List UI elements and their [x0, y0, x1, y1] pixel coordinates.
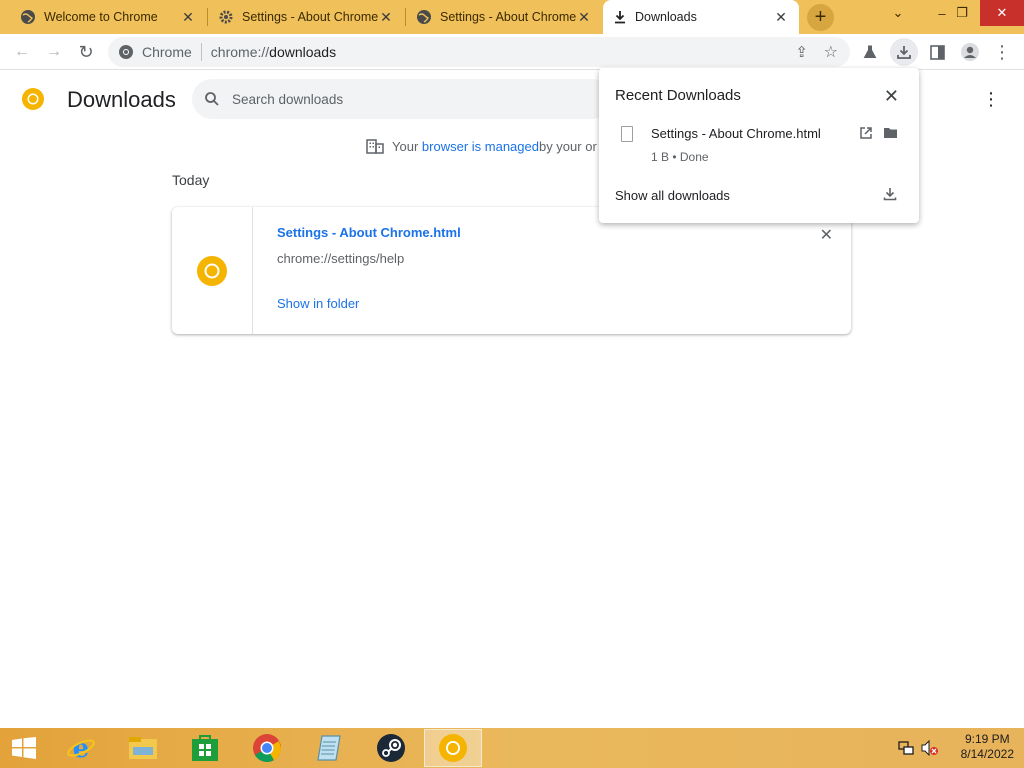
start-button[interactable] — [0, 729, 48, 767]
steam-icon — [377, 734, 405, 762]
search-placeholder: Search downloads — [232, 91, 344, 107]
restore-icon[interactable]: ❐ — [944, 0, 980, 26]
popup-file-name[interactable]: Settings - About Chrome.html — [651, 126, 821, 141]
download-source-url: chrome://settings/help — [277, 251, 405, 266]
download-item-card: Settings - About Chrome.html chrome://se… — [172, 207, 851, 334]
clock-date: 8/14/2022 — [960, 747, 1014, 761]
taskbar-internet-explorer[interactable]: e — [52, 729, 110, 767]
remove-download-icon[interactable]: ✕ — [820, 225, 833, 245]
taskbar-chrome[interactable] — [238, 729, 296, 767]
chrome-icon — [253, 734, 281, 762]
managed-link[interactable]: browser is managed — [422, 139, 539, 154]
tab-title: Settings - About Chrome — [440, 10, 576, 24]
chrome-canary-file-icon — [197, 255, 227, 286]
show-all-downloads-link[interactable]: Show all downloads — [615, 188, 730, 203]
section-heading-today: Today — [172, 172, 210, 188]
download-icon[interactable] — [883, 187, 897, 204]
taskbar-file-explorer[interactable] — [114, 729, 172, 767]
omnibox-divider — [200, 43, 202, 61]
volume-muted-icon[interactable] — [921, 739, 939, 759]
close-icon[interactable]: ✕ — [576, 9, 592, 25]
forward-icon[interactable]: → — [40, 38, 68, 66]
file-explorer-icon — [129, 737, 157, 759]
bookmark-star-icon[interactable]: ☆ — [824, 42, 838, 62]
globe-icon — [21, 10, 35, 24]
file-icon — [621, 126, 633, 142]
managed-suffix: by your or — [538, 138, 597, 154]
taskbar-chrome-canary[interactable] — [424, 729, 482, 767]
downloads-toolbar-button[interactable] — [890, 38, 918, 66]
close-icon[interactable]: ✕ — [180, 9, 196, 25]
popup-file-status: 1 B • Done — [651, 150, 709, 164]
new-tab-button[interactable]: + — [807, 4, 834, 31]
share-icon[interactable]: ⇪ — [795, 43, 808, 61]
popup-title: Recent Downloads — [615, 87, 741, 104]
windows-taskbar: e 9:19 PM 8/14/2022 — [0, 728, 1024, 768]
taskbar-store[interactable] — [176, 729, 234, 767]
window-close-icon[interactable]: ✕ — [980, 0, 1024, 26]
download-file-name-link[interactable]: Settings - About Chrome.html — [277, 225, 461, 240]
page-menu-icon[interactable]: ⋮ — [982, 89, 1000, 110]
network-icon[interactable] — [898, 740, 914, 759]
building-icon — [366, 139, 384, 154]
back-icon[interactable]: ← — [8, 38, 36, 66]
close-icon[interactable]: ✕ — [773, 9, 789, 25]
notepad-icon — [317, 735, 341, 761]
side-panel-icon[interactable] — [923, 38, 951, 66]
address-bar[interactable]: Chrome chrome://downloads ⇪ ☆ — [108, 37, 850, 67]
profile-avatar-icon[interactable] — [956, 38, 984, 66]
search-icon — [205, 92, 219, 106]
managed-prefix: Your — [392, 138, 419, 154]
internet-explorer-icon: e — [67, 734, 95, 763]
managed-notice: Your browser is managed by your or — [366, 138, 597, 154]
chrome-icon — [119, 45, 133, 59]
tab-downloads[interactable]: Downloads ✕ — [603, 0, 799, 34]
show-in-folder-link[interactable]: Show in folder — [277, 296, 359, 311]
download-item-icon-column — [172, 207, 253, 334]
tab-title: Settings - About Chrome — [242, 10, 378, 24]
search-input[interactable]: Search downloads — [192, 79, 612, 119]
system-clock[interactable]: 9:19 PM 8/14/2022 — [961, 732, 1014, 762]
menu-kebab-icon[interactable]: ⋮ — [988, 38, 1016, 66]
tab-welcome[interactable]: Welcome to Chrome ✕ — [10, 0, 206, 34]
taskbar-notepad[interactable] — [300, 729, 358, 767]
windows-logo-icon — [12, 737, 36, 759]
download-icon — [615, 11, 625, 24]
chrome-canary-icon — [439, 734, 467, 762]
tab-title: Welcome to Chrome — [44, 10, 158, 24]
recent-downloads-popup: Recent Downloads ✕ Settings - About Chro… — [599, 68, 919, 223]
gear-icon — [219, 10, 233, 24]
tab-settings-about[interactable]: Settings - About Chrome ✕ — [208, 0, 404, 34]
chrome-canary-logo — [22, 88, 44, 110]
globe-icon — [417, 10, 431, 24]
clock-time: 9:19 PM — [964, 732, 1010, 746]
tab-search-icon[interactable]: ⌄ — [880, 0, 916, 26]
svg-text:e: e — [73, 734, 90, 763]
close-icon[interactable]: ✕ — [884, 86, 899, 107]
tab-strip: Welcome to Chrome ✕ Settings - About Chr… — [0, 0, 1024, 34]
tab-settings-about-2[interactable]: Settings - About Chrome ✕ — [406, 0, 602, 34]
taskbar-steam[interactable] — [362, 729, 420, 767]
page-title: Downloads — [67, 87, 176, 112]
download-icon — [897, 46, 911, 59]
store-icon — [192, 735, 218, 761]
folder-icon[interactable] — [883, 126, 898, 142]
labs-flask-icon[interactable] — [856, 38, 884, 66]
open-external-icon[interactable] — [859, 126, 873, 143]
close-icon[interactable]: ✕ — [378, 9, 394, 25]
url-text: chrome://downloads — [211, 44, 336, 60]
site-label: Chrome — [142, 44, 192, 60]
url-host: downloads — [269, 44, 337, 60]
tab-title: Downloads — [635, 10, 697, 24]
reload-icon[interactable]: ↻ — [72, 38, 100, 66]
toolbar: ← → ↻ Chrome chrome://downloads ⇪ ☆ ⋮ — [0, 34, 1024, 70]
url-prefix: chrome:// — [210, 44, 270, 60]
